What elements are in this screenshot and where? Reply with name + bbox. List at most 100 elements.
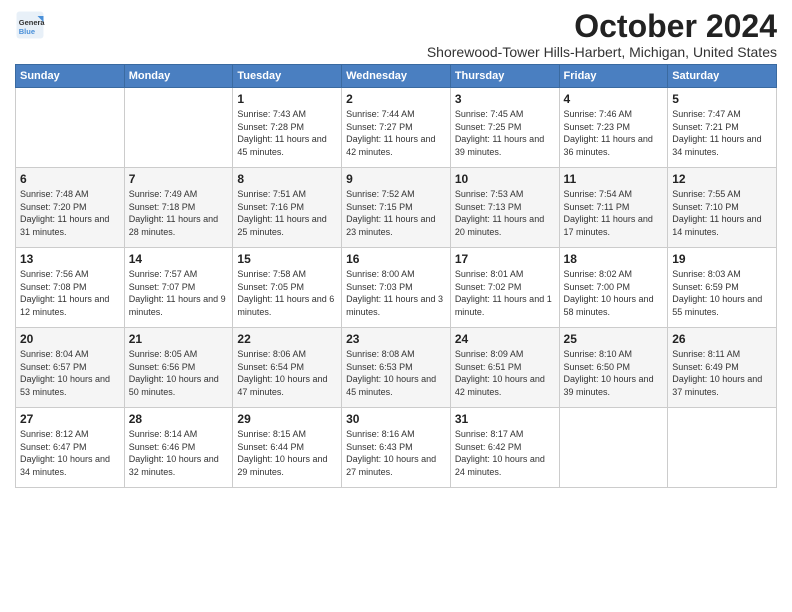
calendar-cell: 18 Sunrise: 8:02 AM Sunset: 7:00 PM Dayli…: [559, 248, 668, 328]
column-header-wednesday: Wednesday: [342, 65, 451, 88]
day-number: 12: [672, 172, 772, 186]
calendar-cell: 9 Sunrise: 7:52 AM Sunset: 7:15 PM Daylig…: [342, 168, 451, 248]
calendar-cell: 13 Sunrise: 7:56 AM Sunset: 7:08 PM Dayli…: [16, 248, 125, 328]
day-number: 7: [129, 172, 229, 186]
day-number: 28: [129, 412, 229, 426]
day-info: Sunrise: 7:44 AM Sunset: 7:27 PM Dayligh…: [346, 108, 446, 158]
calendar-cell: 12 Sunrise: 7:55 AM Sunset: 7:10 PM Dayli…: [668, 168, 777, 248]
calendar-week-row: 13 Sunrise: 7:56 AM Sunset: 7:08 PM Dayli…: [16, 248, 777, 328]
logo-icon: General Blue: [15, 10, 45, 40]
day-number: 1: [237, 92, 337, 106]
calendar-cell: 14 Sunrise: 7:57 AM Sunset: 7:07 PM Dayli…: [124, 248, 233, 328]
day-number: 8: [237, 172, 337, 186]
calendar-cell: 1 Sunrise: 7:43 AM Sunset: 7:28 PM Daylig…: [233, 88, 342, 168]
day-number: 31: [455, 412, 555, 426]
calendar-cell: 22Sunrise: 8:06 AM Sunset: 6:54 PM Dayli…: [233, 328, 342, 408]
day-info: Sunrise: 7:56 AM Sunset: 7:08 PM Dayligh…: [20, 268, 120, 318]
day-info: Sunrise: 7:54 AM Sunset: 7:11 PM Dayligh…: [564, 188, 664, 238]
column-header-friday: Friday: [559, 65, 668, 88]
calendar-cell: 7 Sunrise: 7:49 AM Sunset: 7:18 PM Daylig…: [124, 168, 233, 248]
day-info: Sunrise: 7:49 AM Sunset: 7:18 PM Dayligh…: [129, 188, 229, 238]
day-info: Sunrise: 8:17 AM Sunset: 6:42 PM Dayligh…: [455, 428, 555, 478]
day-info: Sunrise: 7:46 AM Sunset: 7:23 PM Dayligh…: [564, 108, 664, 158]
calendar-week-row: 1 Sunrise: 7:43 AM Sunset: 7:28 PM Daylig…: [16, 88, 777, 168]
main-title: October 2024: [427, 10, 777, 42]
day-info: Sunrise: 7:55 AM Sunset: 7:10 PM Dayligh…: [672, 188, 772, 238]
header: General Blue October 2024 Shorewood-Towe…: [15, 10, 777, 60]
calendar-cell: 16Sunrise: 8:00 AM Sunset: 7:03 PM Dayli…: [342, 248, 451, 328]
calendar-cell: [16, 88, 125, 168]
column-header-thursday: Thursday: [450, 65, 559, 88]
calendar-cell: 6 Sunrise: 7:48 AM Sunset: 7:20 PM Daylig…: [16, 168, 125, 248]
calendar-cell: 15Sunrise: 7:58 AM Sunset: 7:05 PM Dayli…: [233, 248, 342, 328]
day-number: 22: [237, 332, 337, 346]
day-info: Sunrise: 8:14 AM Sunset: 6:46 PM Dayligh…: [129, 428, 229, 478]
day-info: Sunrise: 8:16 AM Sunset: 6:43 PM Dayligh…: [346, 428, 446, 478]
day-info: Sunrise: 8:11 AM Sunset: 6:49 PM Dayligh…: [672, 348, 772, 398]
calendar-week-row: 27Sunrise: 8:12 AM Sunset: 6:47 PM Dayli…: [16, 408, 777, 488]
day-info: Sunrise: 7:48 AM Sunset: 7:20 PM Dayligh…: [20, 188, 120, 238]
calendar-header-row: SundayMondayTuesdayWednesdayThursdayFrid…: [16, 65, 777, 88]
calendar-cell: 29 Sunrise: 8:15 AM Sunset: 6:44 PM Dayli…: [233, 408, 342, 488]
day-info: Sunrise: 8:05 AM Sunset: 6:56 PM Dayligh…: [129, 348, 229, 398]
column-header-tuesday: Tuesday: [233, 65, 342, 88]
day-info: Sunrise: 8:12 AM Sunset: 6:47 PM Dayligh…: [20, 428, 120, 478]
calendar-cell: 20Sunrise: 8:04 AM Sunset: 6:57 PM Dayli…: [16, 328, 125, 408]
calendar-cell: 5 Sunrise: 7:47 AM Sunset: 7:21 PM Daylig…: [668, 88, 777, 168]
logo: General Blue: [15, 10, 45, 40]
day-number: 21: [129, 332, 229, 346]
day-number: 10: [455, 172, 555, 186]
column-header-saturday: Saturday: [668, 65, 777, 88]
calendar-cell: 27Sunrise: 8:12 AM Sunset: 6:47 PM Dayli…: [16, 408, 125, 488]
column-header-monday: Monday: [124, 65, 233, 88]
calendar-cell: 26 Sunrise: 8:11 AM Sunset: 6:49 PM Dayli…: [668, 328, 777, 408]
calendar-cell: 23 Sunrise: 8:08 AM Sunset: 6:53 PM Dayli…: [342, 328, 451, 408]
day-number: 30: [346, 412, 446, 426]
day-number: 2: [346, 92, 446, 106]
day-number: 9: [346, 172, 446, 186]
day-number: 17: [455, 252, 555, 266]
day-number: 6: [20, 172, 120, 186]
calendar-cell: 8 Sunrise: 7:51 AM Sunset: 7:16 PM Daylig…: [233, 168, 342, 248]
calendar-cell: 28 Sunrise: 8:14 AM Sunset: 6:46 PM Dayli…: [124, 408, 233, 488]
calendar-cell: 17Sunrise: 8:01 AM Sunset: 7:02 PM Dayli…: [450, 248, 559, 328]
calendar-cell: 31 Sunrise: 8:17 AM Sunset: 6:42 PM Dayli…: [450, 408, 559, 488]
column-header-sunday: Sunday: [16, 65, 125, 88]
day-number: 25: [564, 332, 664, 346]
calendar-cell: 2 Sunrise: 7:44 AM Sunset: 7:27 PM Daylig…: [342, 88, 451, 168]
day-info: Sunrise: 8:00 AM Sunset: 7:03 PM Dayligh…: [346, 268, 446, 318]
day-info: Sunrise: 7:52 AM Sunset: 7:15 PM Dayligh…: [346, 188, 446, 238]
day-number: 29: [237, 412, 337, 426]
day-number: 26: [672, 332, 772, 346]
day-info: Sunrise: 8:03 AM Sunset: 6:59 PM Dayligh…: [672, 268, 772, 318]
title-block: October 2024 Shorewood-Tower Hills-Harbe…: [427, 10, 777, 60]
day-number: 19: [672, 252, 772, 266]
day-info: Sunrise: 8:08 AM Sunset: 6:53 PM Dayligh…: [346, 348, 446, 398]
day-info: Sunrise: 7:51 AM Sunset: 7:16 PM Dayligh…: [237, 188, 337, 238]
day-number: 15: [237, 252, 337, 266]
calendar-week-row: 6 Sunrise: 7:48 AM Sunset: 7:20 PM Daylig…: [16, 168, 777, 248]
day-number: 3: [455, 92, 555, 106]
day-info: Sunrise: 7:45 AM Sunset: 7:25 PM Dayligh…: [455, 108, 555, 158]
day-number: 18: [564, 252, 664, 266]
calendar-week-row: 20Sunrise: 8:04 AM Sunset: 6:57 PM Dayli…: [16, 328, 777, 408]
calendar-table: SundayMondayTuesdayWednesdayThursdayFrid…: [15, 64, 777, 488]
day-number: 23: [346, 332, 446, 346]
calendar-cell: 25Sunrise: 8:10 AM Sunset: 6:50 PM Dayli…: [559, 328, 668, 408]
day-number: 11: [564, 172, 664, 186]
calendar-cell: 3 Sunrise: 7:45 AM Sunset: 7:25 PM Daylig…: [450, 88, 559, 168]
calendar-cell: 24Sunrise: 8:09 AM Sunset: 6:51 PM Dayli…: [450, 328, 559, 408]
day-info: Sunrise: 7:57 AM Sunset: 7:07 PM Dayligh…: [129, 268, 229, 318]
day-number: 14: [129, 252, 229, 266]
day-info: Sunrise: 8:15 AM Sunset: 6:44 PM Dayligh…: [237, 428, 337, 478]
day-info: Sunrise: 7:47 AM Sunset: 7:21 PM Dayligh…: [672, 108, 772, 158]
subtitle: Shorewood-Tower Hills-Harbert, Michigan,…: [427, 44, 777, 60]
day-number: 13: [20, 252, 120, 266]
day-number: 5: [672, 92, 772, 106]
day-info: Sunrise: 7:43 AM Sunset: 7:28 PM Dayligh…: [237, 108, 337, 158]
calendar-cell: 11 Sunrise: 7:54 AM Sunset: 7:11 PM Dayli…: [559, 168, 668, 248]
calendar-cell: 30 Sunrise: 8:16 AM Sunset: 6:43 PM Dayli…: [342, 408, 451, 488]
day-number: 4: [564, 92, 664, 106]
day-info: Sunrise: 7:53 AM Sunset: 7:13 PM Dayligh…: [455, 188, 555, 238]
day-info: Sunrise: 8:02 AM Sunset: 7:00 PM Dayligh…: [564, 268, 664, 318]
